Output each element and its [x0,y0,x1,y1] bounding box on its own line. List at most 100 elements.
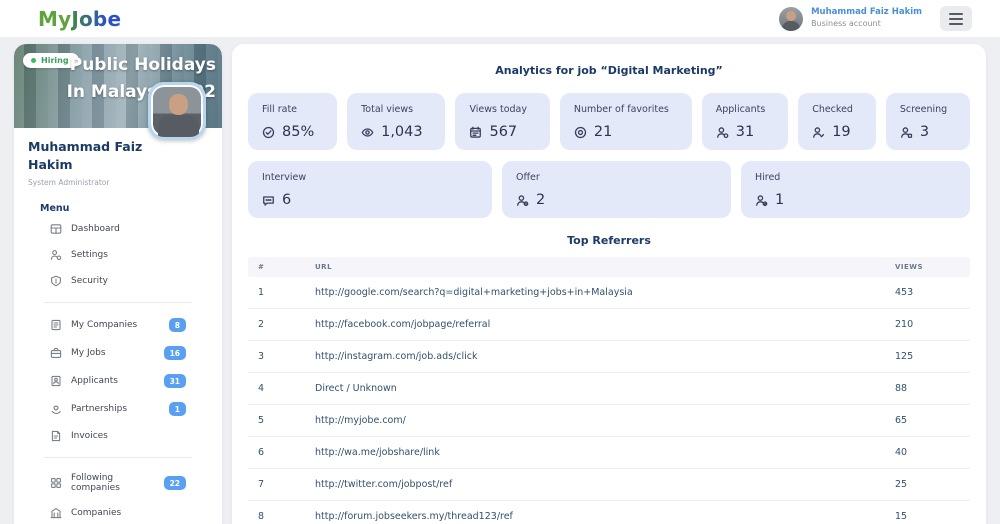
profile-name: Muhammad Faiz Hakim [28,139,143,173]
stat-card-offer: Offer 2 [501,161,731,218]
divider [44,457,192,459]
sidebar-item-following-companies[interactable]: Following companies 22 [38,466,198,500]
hired-value: 1 [774,192,785,208]
applicant-file-icon [51,376,61,387]
profile-photo[interactable] [148,82,206,140]
companies-doc-icon [51,320,61,331]
referrer-views: 210 [895,319,914,330]
sidebar-item-my-companies[interactable]: My Companies 8 [38,311,198,339]
sidebar-item-settings[interactable]: Settings [38,242,198,268]
referrer-url: http://myjobe.com/ [315,415,406,426]
following-companies-count-badge: 22 [163,476,186,491]
table-header-row: # URL VIEWS [248,257,970,277]
table-row[interactable]: 6 http://wa.me/jobshare/link 40 [248,437,970,469]
table-row[interactable]: 5 http://myjobe.com/65 [248,405,970,437]
favorites-value: 21 [593,124,613,140]
sidebar-item-security[interactable]: Security [38,268,198,294]
page-title: Analytics for job “Digital Marketing” [495,64,723,77]
handshake-heart-icon [51,405,61,415]
partnerships-count-badge: 1 [168,402,186,417]
hamburger-menu-button[interactable] [940,6,972,31]
checked-value: 19 [832,124,851,140]
table-row[interactable]: 2 http://facebook.com/jobpage/referral 210 [248,309,970,341]
table-row[interactable]: 3 http://instagram.com/job.ads/click 125 [248,341,970,373]
referrer-views: 15 [895,511,908,522]
applicants-value: 31 [735,124,755,140]
user-account-chip[interactable]: Muhammad Faiz Hakim Business account [779,6,972,31]
table-row[interactable]: 1 http://google.com/search?q=digital+mark… [248,277,970,309]
sidebar-item-companies[interactable]: Companies [38,500,198,524]
referrer-views: 25 [895,479,908,490]
green-dot-icon [31,58,36,63]
eye-icon [361,127,374,137]
grid-icon [51,478,61,489]
stats-row-2: Interview 6 Offer 2 Hired 1 [248,161,970,218]
user-name: Muhammad Faiz Hakim [811,7,922,18]
interview-chat-icon [263,195,274,206]
person-hired-icon [756,194,768,206]
table-title: Top Referrers [567,234,651,247]
sidebar-item-applicants[interactable]: Applicants 31 [38,367,198,395]
total-views-value: 1,043 [381,124,423,140]
top-header: MyJobe Muhammad Faiz Hakim Business acco… [0,0,1000,37]
person-check-icon [813,126,825,138]
offer-value: 2 [535,192,546,208]
sidebar-item-invoices[interactable]: Invoices [38,423,198,449]
stat-card-views-today: Views today 567 [455,93,550,150]
account-type-label: Business account [811,18,881,28]
profile-role: System Administrator [28,178,110,188]
hamburger-icon [949,12,963,15]
logo-jobe: Jobe [71,6,122,31]
referrer-url: http://forum.jobseekers.my/thread123/ref [315,511,513,522]
referrer-views: 88 [895,383,908,394]
stat-card-total-views: Total views 1,043 [347,93,446,150]
applicants-count-badge: 31 [163,374,186,389]
favorite-circle-icon [574,126,586,138]
views-today-value: 567 [489,124,518,140]
referrer-views: 125 [895,351,914,362]
interview-value: 6 [282,192,292,208]
col-header-rank: # [258,263,265,271]
calendar-views-icon [470,126,482,138]
stat-card-interview: Interview 6 [248,161,492,218]
app-logo[interactable]: MyJobe [38,7,121,31]
referrer-views: 65 [895,415,908,426]
sidebar-item-partnerships[interactable]: Partnerships 1 [38,395,198,423]
security-icon [51,275,61,287]
table-row[interactable]: 7 http://twitter.com/jobpost/ref 25 [248,469,970,501]
fill-rate-value: 85% [282,124,315,140]
table-row[interactable]: 8 http://forum.jobseekers.my/thread123/re… [248,501,970,524]
stat-card-hired: Hired 1 [740,161,970,218]
user-avatar [779,6,804,31]
sidebar-item-dashboard[interactable]: Dashboard [38,216,198,242]
person-screen-icon [900,126,912,138]
referrer-url: http://google.com/search?q=digital+marke… [315,287,633,298]
dashboard-icon [50,224,62,234]
building-icon [50,508,62,519]
settings-icon [50,250,62,261]
stats-row-1: Fill rate 85% Total views 1,043 Views to… [248,93,971,150]
referrer-url: http://wa.me/jobshare/link [315,447,440,458]
stat-card-favorites: Number of favorites 21 [559,93,692,150]
stat-card-screening: Screening 3 [885,93,971,150]
person-offer-icon [517,194,529,206]
stat-card-fill-rate: Fill rate 85% [248,93,338,150]
menu-group-3: Following companies 22 Companies Blog FA… [28,466,208,524]
referrer-url: Direct / Unknown [315,383,397,394]
stat-card-checked: Checked 19 [798,93,876,150]
table-row[interactable]: 4 Direct / Unknown 88 [248,373,970,405]
screening-value: 3 [919,124,930,140]
referrers-table: # URL VIEWS 1 http://google.com/search?q=… [248,257,970,524]
menu-group-2: My Companies 8 My Jobs 16 Applicants 31 … [28,311,208,449]
menu-heading: Menu [40,203,70,215]
referrer-views: 40 [895,447,908,458]
referrer-url: http://facebook.com/jobpage/referral [315,319,491,330]
sidebar-item-my-jobs[interactable]: My Jobs 16 [38,339,198,367]
check-circle-icon [262,126,275,138]
menu-group-1: Dashboard Settings Security [28,216,208,294]
briefcase-icon [50,348,62,359]
logo-my: My [38,6,72,31]
stat-card-applicants: Applicants 31 [701,93,789,150]
invoice-icon [51,431,61,442]
sidebar: Hiring Public Holidays In Malaysia 202 M… [14,44,222,524]
